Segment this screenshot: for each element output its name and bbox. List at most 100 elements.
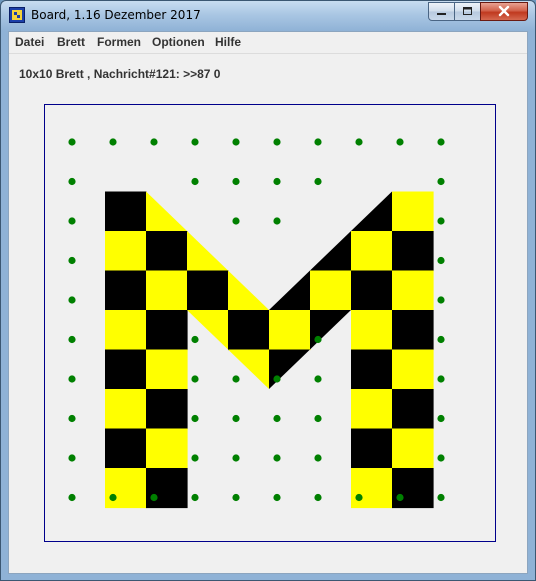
empty-cell-dot[interactable] — [437, 138, 445, 146]
menu-datei[interactable]: Datei — [15, 35, 44, 49]
board-cell[interactable] — [310, 270, 352, 311]
board-cell[interactable] — [392, 428, 434, 469]
board-cell[interactable] — [351, 349, 393, 390]
board-cell[interactable] — [392, 468, 434, 509]
board-canvas[interactable] — [44, 104, 496, 542]
empty-cell-dot[interactable] — [437, 414, 445, 423]
board-cell[interactable] — [392, 191, 434, 232]
empty-cell-dot[interactable] — [437, 177, 445, 186]
empty-cell-dot[interactable] — [396, 493, 404, 502]
empty-cell-dot[interactable] — [437, 454, 445, 462]
board-cell[interactable] — [105, 468, 147, 509]
empty-cell-dot[interactable] — [232, 138, 240, 146]
empty-cell-dot[interactable] — [314, 335, 322, 344]
empty-cell-dot[interactable] — [150, 138, 158, 146]
board-cell[interactable] — [392, 389, 434, 430]
board-cell[interactable] — [392, 349, 434, 390]
empty-cell-dot[interactable] — [273, 454, 281, 462]
board-triangle[interactable] — [269, 349, 310, 390]
board-cell[interactable] — [105, 310, 147, 351]
empty-cell-dot[interactable] — [68, 375, 76, 383]
board-triangle[interactable] — [269, 270, 310, 311]
board-triangle[interactable] — [146, 191, 187, 232]
empty-cell-dot[interactable] — [68, 335, 76, 344]
empty-cell-dot[interactable] — [232, 493, 240, 502]
empty-cell-dot[interactable] — [68, 414, 76, 423]
board-cell[interactable] — [146, 389, 188, 430]
board-cell[interactable] — [351, 310, 393, 351]
empty-cell-dot[interactable] — [273, 138, 281, 146]
empty-cell-dot[interactable] — [273, 217, 281, 225]
empty-cell-dot[interactable] — [232, 414, 240, 423]
board-cell[interactable] — [105, 349, 147, 390]
empty-cell-dot[interactable] — [437, 493, 445, 502]
empty-cell-dot[interactable] — [68, 296, 76, 304]
empty-cell-dot[interactable] — [314, 375, 322, 383]
empty-cell-dot[interactable] — [232, 375, 240, 383]
board-cell[interactable] — [187, 270, 229, 311]
board-cell[interactable] — [105, 231, 147, 272]
empty-cell-dot[interactable] — [437, 296, 445, 304]
empty-cell-dot[interactable] — [273, 493, 281, 502]
minimize-button[interactable] — [428, 2, 455, 21]
board-triangle[interactable] — [187, 231, 228, 271]
menu-optionen[interactable]: Optionen — [152, 35, 205, 49]
empty-cell-dot[interactable] — [437, 217, 445, 225]
empty-cell-dot[interactable] — [68, 138, 76, 146]
board-cell[interactable] — [392, 310, 434, 351]
board-cell[interactable] — [351, 468, 393, 509]
empty-cell-dot[interactable] — [68, 256, 76, 265]
board-cell[interactable] — [351, 428, 393, 469]
empty-cell-dot[interactable] — [68, 177, 76, 186]
board-cell[interactable] — [146, 270, 188, 311]
empty-cell-dot[interactable] — [150, 493, 158, 502]
empty-cell-dot[interactable] — [355, 138, 363, 146]
empty-cell-dot[interactable] — [314, 138, 322, 146]
board-cell[interactable] — [105, 270, 147, 311]
empty-cell-dot[interactable] — [232, 454, 240, 462]
empty-cell-dot[interactable] — [68, 217, 76, 225]
empty-cell-dot[interactable] — [314, 493, 322, 502]
board-triangle[interactable] — [187, 310, 228, 350]
empty-cell-dot[interactable] — [314, 414, 322, 423]
board-cell[interactable] — [228, 310, 270, 351]
board-triangle[interactable] — [228, 349, 269, 390]
menu-hilfe[interactable]: Hilfe — [215, 35, 241, 49]
board-cell[interactable] — [392, 231, 434, 272]
empty-cell-dot[interactable] — [68, 493, 76, 502]
empty-cell-dot[interactable] — [437, 256, 445, 265]
empty-cell-dot[interactable] — [191, 138, 199, 146]
empty-cell-dot[interactable] — [191, 335, 199, 344]
title-bar[interactable]: Board, 1.16 Dezember 2017 — [1, 1, 535, 31]
board-cell[interactable] — [351, 389, 393, 430]
empty-cell-dot[interactable] — [191, 177, 199, 186]
close-button[interactable] — [480, 2, 528, 21]
empty-cell-dot[interactable] — [109, 493, 117, 502]
board-cell[interactable] — [105, 191, 147, 232]
empty-cell-dot[interactable] — [273, 177, 281, 186]
board-cell[interactable] — [146, 310, 188, 351]
empty-cell-dot[interactable] — [191, 414, 199, 423]
board-cell[interactable] — [105, 428, 147, 469]
board-triangle[interactable] — [351, 191, 392, 232]
board-cell[interactable] — [146, 349, 188, 390]
maximize-button[interactable] — [454, 2, 481, 21]
board-triangle[interactable] — [310, 231, 351, 271]
empty-cell-dot[interactable] — [191, 493, 199, 502]
empty-cell-dot[interactable] — [68, 454, 76, 462]
board-cell[interactable] — [269, 310, 311, 351]
empty-cell-dot[interactable] — [109, 138, 117, 146]
board-cell[interactable] — [392, 270, 434, 311]
empty-cell-dot[interactable] — [273, 375, 281, 383]
empty-cell-dot[interactable] — [191, 454, 199, 462]
empty-cell-dot[interactable] — [437, 335, 445, 344]
board-triangle[interactable] — [310, 310, 351, 350]
board-triangle[interactable] — [228, 270, 269, 311]
empty-cell-dot[interactable] — [232, 217, 240, 225]
empty-cell-dot[interactable] — [396, 138, 404, 146]
board-cell[interactable] — [105, 389, 147, 430]
board-cell[interactable] — [146, 468, 188, 509]
empty-cell-dot[interactable] — [355, 493, 363, 502]
board-cell[interactable] — [146, 428, 188, 469]
empty-cell-dot[interactable] — [314, 177, 322, 186]
